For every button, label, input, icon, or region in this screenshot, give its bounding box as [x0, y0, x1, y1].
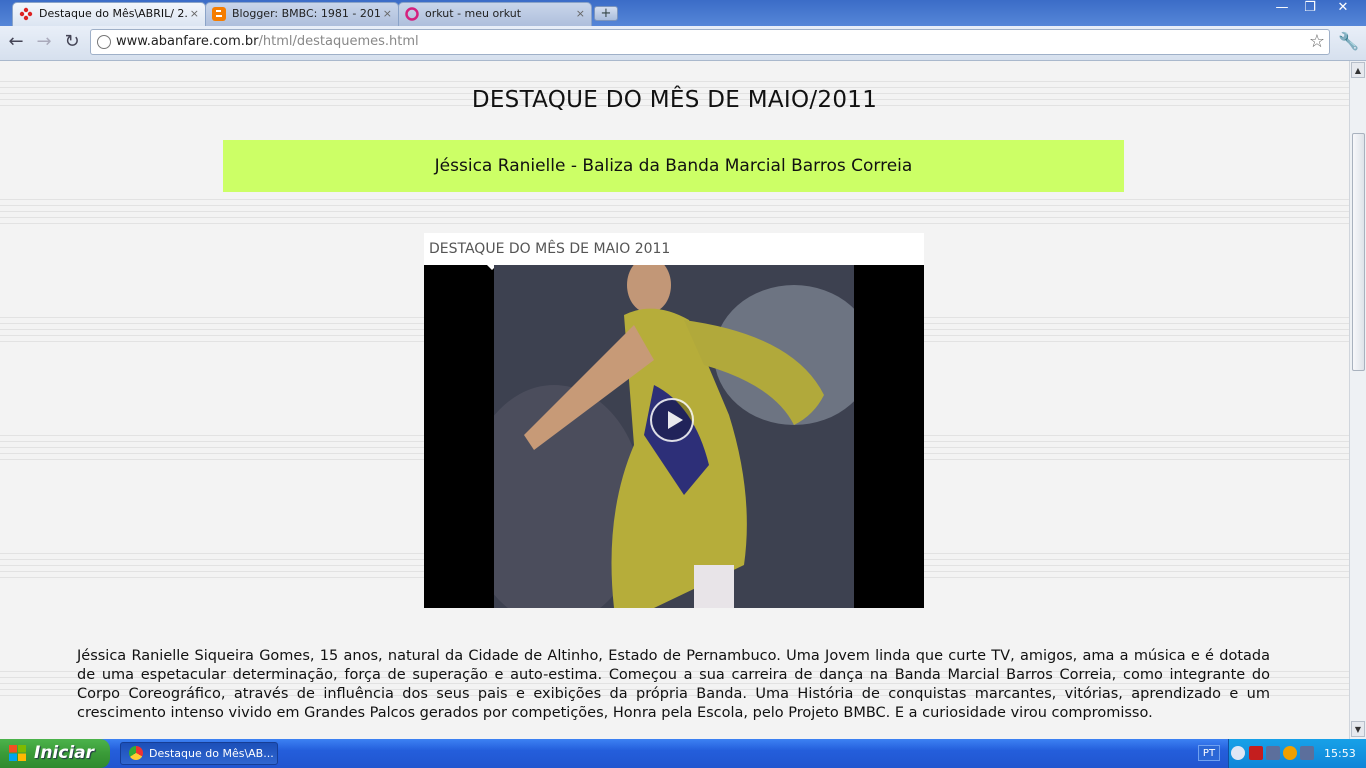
start-label: Iniciar [34, 743, 95, 763]
network-icon[interactable] [1266, 746, 1280, 760]
address-url[interactable]: www.abanfare.com.br/html/destaquemes.htm… [116, 30, 419, 54]
clock[interactable]: 15:53 [1324, 739, 1356, 768]
minimize-button[interactable]: — [1268, 0, 1296, 18]
url-domain: www.abanfare.com.br [116, 34, 259, 49]
vertical-scrollbar[interactable]: ▲ ▼ [1349, 61, 1366, 739]
tab-close-icon[interactable]: × [190, 3, 199, 25]
highlight-banner: Jéssica Ranielle - Baliza da Banda Marci… [223, 140, 1124, 192]
orkut-icon [405, 7, 419, 21]
tab-bar: Destaque do Mês\ABRIL/ 2... × Blogger: B… [0, 0, 1366, 26]
language-indicator[interactable]: PT [1198, 745, 1220, 761]
close-window-button[interactable]: ✕ [1326, 0, 1360, 18]
tab-label: orkut - meu orkut [425, 7, 522, 20]
video-thumbnail[interactable] [494, 265, 854, 608]
tab-close-icon[interactable]: × [383, 3, 392, 25]
page-heading: DESTAQUE DO MÊS DE MAIO/2011 [471, 87, 878, 113]
expand-tray-icon[interactable] [1231, 746, 1245, 760]
wrench-icon[interactable]: 🔧 [1338, 31, 1360, 53]
forward-button[interactable]: → [33, 32, 55, 54]
page-icon [97, 35, 111, 49]
video-title[interactable]: DESTAQUE DO MÊS DE MAIO 2011 [424, 233, 924, 265]
tab-blogger[interactable]: Blogger: BMBC: 1981 - 201... × [205, 2, 399, 26]
start-button[interactable]: Iniciar [0, 739, 110, 768]
flower-icon [19, 7, 33, 21]
scroll-thumb[interactable] [1352, 133, 1365, 371]
restore-button[interactable]: ❐ [1296, 0, 1324, 18]
chrome-icon [129, 746, 143, 760]
taskbar: Iniciar Destaque do Mês\AB... PT 15:53 [0, 739, 1366, 768]
url-path: /html/destaquemes.html [258, 34, 419, 49]
tab-label: Blogger: BMBC: 1981 - 201... [232, 7, 382, 20]
tab-close-icon[interactable]: × [576, 3, 585, 25]
tab-destaque[interactable]: Destaque do Mês\ABRIL/ 2... × [12, 2, 206, 26]
taskbar-item-label: Destaque do Mês\AB... [149, 747, 274, 760]
video-player[interactable]: DESTAQUE DO MÊS DE MAIO 2011 [424, 233, 924, 608]
browser-toolbar: ← → ↻ www.abanfare.com.br/html/destaquem… [0, 26, 1366, 61]
pdf-icon[interactable] [1249, 746, 1263, 760]
blogger-icon [212, 7, 226, 21]
bookmark-star-icon[interactable]: ☆ [1309, 31, 1325, 53]
page-viewport: DESTAQUE DO MÊS DE MAIO/2011 Jéssica Ran… [0, 61, 1349, 739]
taskbar-item-browser[interactable]: Destaque do Mês\AB... [120, 742, 278, 765]
play-icon[interactable] [650, 398, 694, 442]
network-icon-2[interactable] [1300, 746, 1314, 760]
security-icon[interactable] [1283, 746, 1297, 760]
windows-logo-icon [9, 745, 26, 761]
new-tab-button[interactable]: + [594, 6, 618, 21]
description-text: Jéssica Ranielle Siqueira Gomes, 15 anos… [77, 648, 1270, 721]
address-bar[interactable]: www.abanfare.com.br/html/destaquemes.htm… [90, 29, 1330, 55]
reload-button[interactable]: ↻ [61, 32, 83, 54]
scroll-down-icon[interactable]: ▼ [1351, 721, 1365, 737]
back-button[interactable]: ← [5, 32, 27, 54]
scroll-up-icon[interactable]: ▲ [1351, 62, 1365, 78]
tab-orkut[interactable]: orkut - meu orkut × [398, 2, 592, 26]
tab-label: Destaque do Mês\ABRIL/ 2... [39, 7, 189, 20]
